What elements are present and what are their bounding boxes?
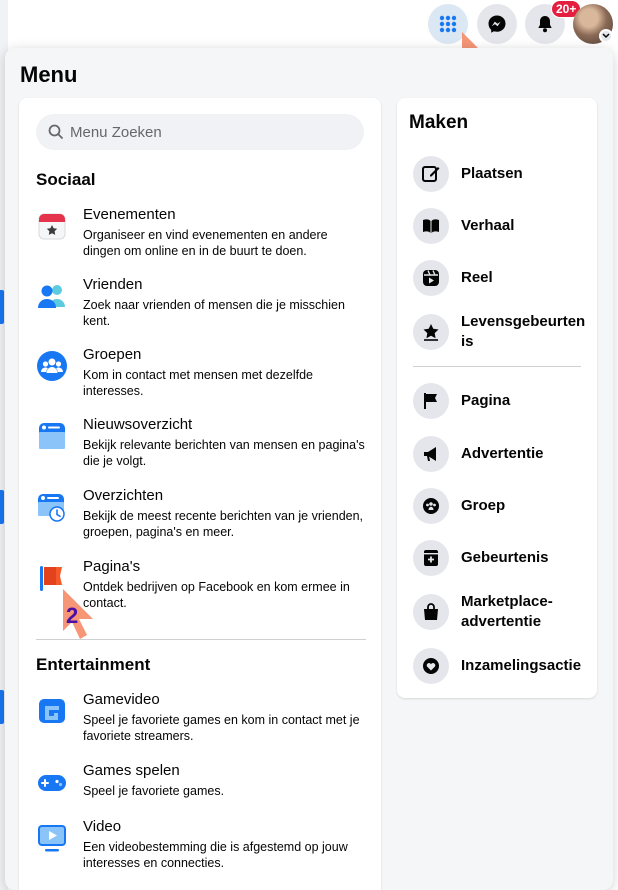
group-icon — [423, 498, 439, 514]
friends-icon — [38, 285, 65, 308]
menu-panel: Menu Sociaal Evenementen Organiseer en v… — [5, 48, 613, 890]
create-item-label: Gebeurtenis — [461, 549, 549, 566]
menu-item-description: Speel je favoriete games en kom in conta… — [83, 713, 360, 743]
menu-item-video[interactable]: Video Een videobestemming die is afgeste… — [36, 818, 366, 871]
menu-item-description: Bekijk de meest recente berichten van je… — [83, 509, 364, 539]
create-item-groep[interactable]: Groep — [413, 488, 587, 524]
menu-item-description: Bekijk relevante berichten van mensen en… — [83, 438, 365, 468]
star-icon — [423, 324, 439, 341]
create-item-label: Levensgebeurtenis — [461, 313, 586, 350]
flag-icon — [424, 393, 437, 409]
create-item-label: Groep — [461, 497, 506, 514]
create-item-label: Inzamelingsactie — [461, 657, 582, 674]
menu-list-card: Sociaal Evenementen Organiseer en vind e… — [19, 98, 381, 890]
create-item-label: Plaatsen — [461, 165, 523, 182]
gaming-video-icon — [39, 699, 65, 723]
edit-icon — [422, 166, 440, 182]
create-title: Maken — [409, 112, 469, 133]
create-item-label: Advertentie — [461, 445, 544, 462]
background-highlight — [0, 490, 4, 524]
megaphone-icon — [424, 447, 436, 461]
create-item-verhaal[interactable]: Verhaal — [413, 208, 587, 244]
menu-item-title: Pagina's — [83, 558, 141, 575]
annotation-pointer-2 — [63, 589, 93, 639]
create-item-levensgebeurtenis[interactable]: Levensgebeurtenis — [413, 312, 587, 352]
create-item-label: Verhaal — [461, 217, 515, 234]
annotation-number-2: 2 — [66, 603, 79, 628]
menu-item-title: Groepen — [83, 346, 142, 363]
background-highlight — [0, 690, 4, 724]
create-item-label: Pagina — [461, 392, 511, 409]
video-icon — [38, 825, 66, 852]
create-item-advertentie[interactable]: Advertentie — [413, 436, 587, 472]
menu-item-description: Speel je favoriete games. — [83, 784, 225, 798]
menu-item-games-spelen[interactable]: Games spelen Speel je favoriete games. — [36, 762, 366, 799]
create-item-reel[interactable]: Reel — [413, 260, 587, 296]
background-highlight — [0, 290, 4, 324]
create-item-marketplace[interactable]: Marketplace-advertentie — [413, 592, 587, 632]
create-divider — [413, 366, 581, 367]
search-input[interactable] — [70, 123, 350, 141]
menu-item-title: Evenementen — [83, 206, 176, 223]
create-item-label: Reel — [461, 269, 493, 286]
heart-icon — [423, 658, 439, 674]
create-item-inzamelingsactie[interactable]: Inzamelingsactie — [413, 648, 587, 684]
menu-item-description: Ontdek bedrijven op Facebook en kom erme… — [83, 580, 350, 610]
bell-icon — [538, 16, 552, 33]
create-item-plaatsen[interactable]: Plaatsen — [413, 156, 587, 192]
menu-item-title: Nieuwsoverzicht — [83, 416, 193, 433]
groups-icon — [37, 351, 67, 381]
menu-item-title: Games spelen — [83, 762, 180, 779]
chevron-down-icon — [602, 33, 610, 39]
shopping-bag-icon — [424, 603, 438, 620]
menu-item-title: Vrienden — [83, 276, 143, 293]
book-icon — [423, 219, 439, 233]
menu-item-title: Gamevideo — [83, 691, 160, 708]
gamepad-icon — [38, 775, 66, 791]
reel-icon — [423, 270, 439, 286]
feed-icon — [39, 423, 65, 449]
menu-item-description: Kom in contact met mensen met dezelfde i… — [83, 368, 313, 398]
calendar-icon — [38, 213, 66, 240]
menu-item-nieuwsoverzicht[interactable]: Nieuwsoverzicht Bekijk relevante bericht… — [36, 416, 366, 469]
menu-item-title: Video — [83, 818, 122, 835]
menu-item-vrienden[interactable]: Vrienden Zoek naar vrienden of mensen di… — [36, 276, 366, 329]
calendar-plus-icon — [424, 550, 438, 566]
menu-item-gamevideo[interactable]: Gamevideo Speel je favoriete games en ko… — [36, 691, 366, 744]
create-card: Maken Plaatsen Verhaal Reel Levensgebeur… — [397, 98, 597, 698]
menu-title: Menu — [20, 62, 78, 87]
menu-item-description: Een videobestemming die is afgestemd op … — [83, 840, 348, 870]
menu-search[interactable] — [36, 114, 364, 150]
menu-item-evenementen[interactable]: Evenementen Organiseer en vind evenement… — [36, 206, 366, 259]
menu-item-description: Zoek naar vrienden of mensen die je miss… — [83, 298, 345, 328]
recent-feed-icon — [38, 494, 65, 522]
search-icon — [48, 124, 64, 140]
create-item-label: Marketplace-advertentie — [461, 593, 553, 630]
menu-item-title: Overzichten — [83, 487, 164, 504]
menu-item-overzichten[interactable]: Overzichten Bekijk de meest recente beri… — [36, 487, 366, 540]
account-menu-button[interactable] — [599, 29, 613, 43]
create-item-gebeurtenis[interactable]: Gebeurtenis — [413, 540, 587, 576]
create-item-pagina[interactable]: Pagina — [413, 383, 587, 419]
section-title-sociaal: Sociaal — [36, 170, 96, 189]
section-title-entertainment: Entertainment — [36, 655, 151, 674]
menu-item-description: Organiseer en vind evenementen en andere… — [83, 228, 328, 258]
menu-item-groepen[interactable]: Groepen Kom in contact met mensen met de… — [36, 346, 366, 399]
